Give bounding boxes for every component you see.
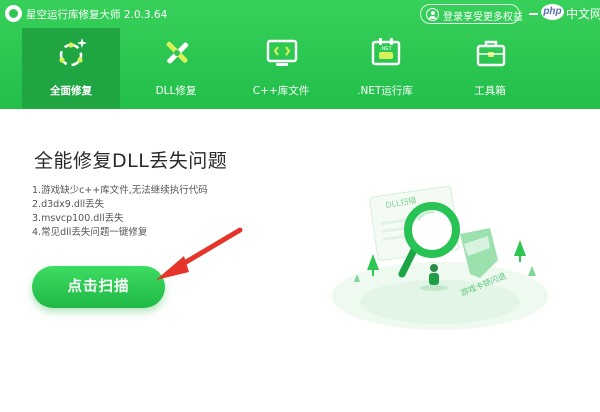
tab-label: 全面修复 — [50, 85, 92, 97]
cpp-code-icon — [266, 39, 298, 66]
minimize-button[interactable] — [527, 8, 539, 20]
login-label: 登录享受更多权益 — [443, 12, 523, 23]
tab-label: 工具箱 — [474, 85, 506, 97]
header: 星空运行库修复大师 2.0.3.64 登录享受更多权益 php 中文网 全面修复… — [0, 0, 600, 109]
app-logo-icon — [5, 5, 22, 22]
tab-dotnet-runtime[interactable]: .NET .NET运行库 — [336, 28, 434, 109]
watermark-php: php — [541, 4, 564, 20]
tab-label: C++库文件 — [252, 85, 310, 97]
title-bar: 星空运行库修复大师 2.0.3.64 登录享受更多权益 php 中文网 — [0, 0, 600, 28]
tab-label: .NET运行库 — [357, 85, 413, 97]
svg-text:.NET: .NET — [380, 46, 391, 52]
watermark-cn: 中文网 — [566, 7, 600, 21]
page-headline: 全能修复DLL丢失问题 — [34, 150, 228, 172]
tab-cpp-files[interactable]: C++库文件 — [232, 28, 330, 109]
full-repair-icon — [59, 38, 87, 67]
login-button[interactable]: 登录享受更多权益 — [420, 4, 523, 24]
list-item: 2.d3dx9.dll丢失 — [32, 199, 105, 210]
user-icon — [426, 8, 439, 21]
app-title: 星空运行库修复大师 2.0.3.64 — [26, 9, 168, 21]
tab-dll-repair[interactable]: DLL修复 — [127, 28, 225, 109]
tab-label: DLL修复 — [155, 85, 197, 97]
toolbox-icon — [476, 40, 506, 67]
list-item: 1.游戏缺少c++库文件,无法继续执行代码 — [32, 185, 208, 196]
red-arrow-icon — [156, 227, 243, 280]
app-window: 星空运行库修复大师 2.0.3.64 登录享受更多权益 php 中文网 全面修复… — [0, 0, 600, 412]
tab-full-repair[interactable]: 全面修复 — [22, 28, 120, 109]
dll-repair-icon — [166, 41, 189, 64]
scan-button[interactable]: 点击扫描 — [32, 266, 165, 308]
watermark: php 中文网 — [541, 2, 600, 24]
tab-bar: 全面修复 DLL修复 C++库文件 .NET .NET运行库 工具箱 — [0, 28, 600, 109]
scan-illustration: DLL扫描 游戏卡顿闪退 — [332, 185, 548, 330]
tab-toolbox[interactable]: 工具箱 — [441, 28, 539, 109]
dotnet-calendar-icon: .NET — [371, 38, 401, 66]
